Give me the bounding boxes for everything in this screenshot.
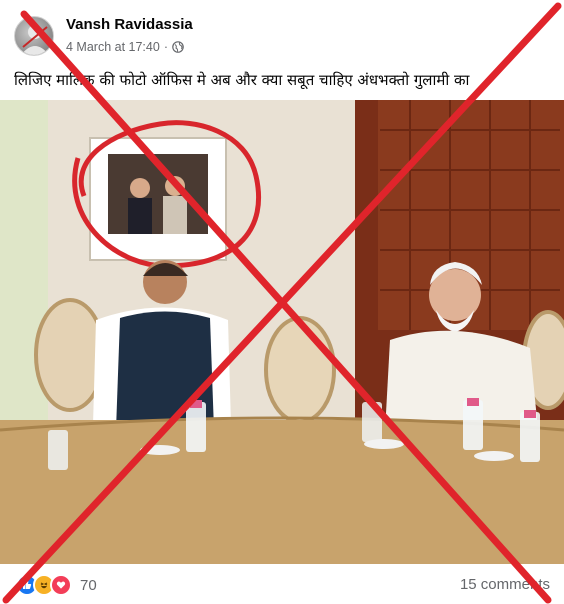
post-meta: 4 March at 17:40 ·: [66, 40, 184, 54]
globe-icon: [172, 41, 184, 53]
reaction-count: 70: [80, 576, 97, 594]
post-footer: 70 15 comments: [0, 564, 564, 604]
love-icon: [50, 574, 72, 596]
comments-count-link[interactable]: 15 comments: [460, 576, 550, 593]
post-header: Vansh Ravidassia 4 March at 17:40 ·: [0, 0, 564, 66]
post-photo[interactable]: [0, 100, 564, 564]
author-name[interactable]: Vansh Ravidassia: [66, 16, 193, 33]
framed-portrait: [89, 137, 227, 261]
author-avatar[interactable]: [14, 16, 54, 56]
post-text: लिजिए मालिक की फोटो ऑफिस मे अब और क्या स…: [14, 71, 470, 89]
post-timestamp[interactable]: 4 March at 17:40: [66, 40, 160, 54]
meta-separator: ·: [163, 40, 168, 54]
reactions-summary[interactable]: 70: [16, 574, 97, 596]
